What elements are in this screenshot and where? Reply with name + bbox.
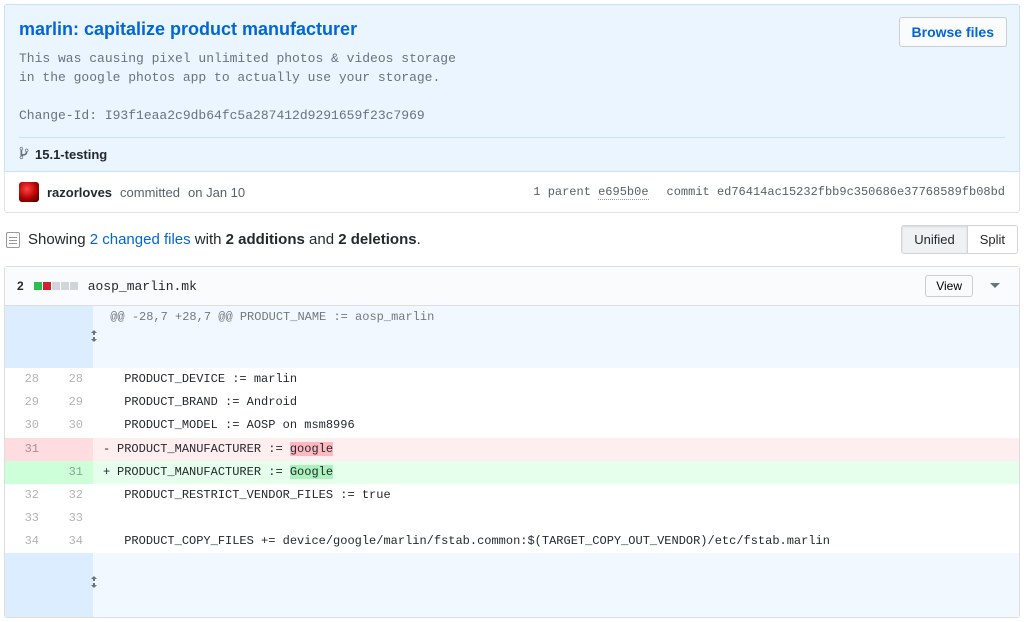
line-number-old: [5, 461, 49, 484]
parent-info: 1 parent e695b0e: [533, 185, 648, 199]
branch-icon: [19, 146, 29, 163]
expand-icon[interactable]: [5, 306, 93, 368]
unified-button[interactable]: Unified: [902, 226, 966, 253]
line-number-new[interactable]: 31: [49, 461, 93, 484]
avatar[interactable]: [19, 182, 39, 202]
line-number-new[interactable]: 28: [49, 368, 93, 391]
commit-summary-panel: Browse files marlin: capitalize product …: [4, 4, 1020, 172]
line-number-old[interactable]: 33: [5, 507, 49, 530]
line-number-old[interactable]: 31: [5, 438, 49, 461]
commit-description: This was causing pixel unlimited photos …: [19, 50, 1005, 125]
diff-table: @@ -28,7 +28,7 @@ PRODUCT_NAME := aosp_m…: [5, 306, 1019, 617]
split-button[interactable]: Split: [967, 226, 1017, 253]
commit-title[interactable]: marlin: capitalize product manufacturer: [19, 19, 1005, 40]
line-number-old[interactable]: 32: [5, 484, 49, 507]
line-number-new[interactable]: 32: [49, 484, 93, 507]
line-number-new[interactable]: 34: [49, 530, 93, 553]
diffstat-icon: [34, 282, 78, 290]
committed-verb: committed: [120, 185, 180, 200]
hunk-header: @@ -28,7 +28,7 @@ PRODUCT_NAME := aosp_m…: [5, 306, 1019, 368]
line-number-new[interactable]: 33: [49, 507, 93, 530]
changed-files-link[interactable]: 2 changed files: [90, 231, 191, 248]
line-number-new[interactable]: 30: [49, 414, 93, 437]
table-row: 28 28 PRODUCT_DEVICE := marlin: [5, 368, 1019, 391]
chevron-down-icon[interactable]: [983, 277, 1007, 295]
commit-sha-info: commit ed76414ac15232fbb9c350686e3776858…: [667, 185, 1005, 199]
line-number-old[interactable]: 28: [5, 368, 49, 391]
line-number-old[interactable]: 30: [5, 414, 49, 437]
diff-toolbar: Showing 2 changed files with 2 additions…: [4, 213, 1020, 266]
commit-sha: ed76414ac15232fbb9c350686e37768589fb08bd: [717, 185, 1005, 199]
deletions-count: 2 deletions: [338, 231, 416, 248]
file-diff-panel: 2 aosp_marlin.mk View @@ -28,7 +28,7 @@ …: [4, 266, 1020, 618]
line-number-old[interactable]: 34: [5, 530, 49, 553]
deleted-line: 31 -PRODUCT_MANUFACTURER := google: [5, 438, 1019, 461]
commit-date: on Jan 10: [188, 185, 245, 200]
branch-name[interactable]: 15.1-testing: [35, 147, 107, 162]
line-number-new[interactable]: 29: [49, 391, 93, 414]
additions-count: 2 additions: [226, 231, 305, 248]
author-link[interactable]: razorloves: [47, 185, 112, 200]
file-changes-count: 2: [17, 279, 24, 293]
branch-bar: 15.1-testing: [19, 137, 1005, 163]
table-row: 30 30 PRODUCT_MODEL := AOSP on msm8996: [5, 414, 1019, 437]
view-file-button[interactable]: View: [925, 275, 973, 297]
files-icon[interactable]: [6, 232, 20, 248]
file-header: 2 aosp_marlin.mk View: [5, 267, 1019, 306]
line-number-new: [49, 438, 93, 461]
commit-meta-bar: razorloves committed on Jan 10 1 parent …: [4, 172, 1020, 213]
hunk-text: @@ -28,7 +28,7 @@ PRODUCT_NAME := aosp_m…: [93, 306, 1019, 368]
diff-mode-toggle: Unified Split: [901, 225, 1018, 254]
file-name[interactable]: aosp_marlin.mk: [88, 279, 197, 294]
line-number-old[interactable]: 29: [5, 391, 49, 414]
diff-summary: Showing 2 changed files with 2 additions…: [28, 231, 421, 248]
table-row: 29 29 PRODUCT_BRAND := Android: [5, 391, 1019, 414]
table-row: 33 33: [5, 507, 1019, 530]
parent-sha-link[interactable]: e695b0e: [598, 185, 648, 200]
table-row: 34 34 PRODUCT_COPY_FILES += device/googl…: [5, 530, 1019, 553]
browse-files-button[interactable]: Browse files: [899, 17, 1007, 47]
table-row: 32 32 PRODUCT_RESTRICT_VENDOR_FILES := t…: [5, 484, 1019, 507]
added-line: 31 +PRODUCT_MANUFACTURER := Google: [5, 461, 1019, 484]
